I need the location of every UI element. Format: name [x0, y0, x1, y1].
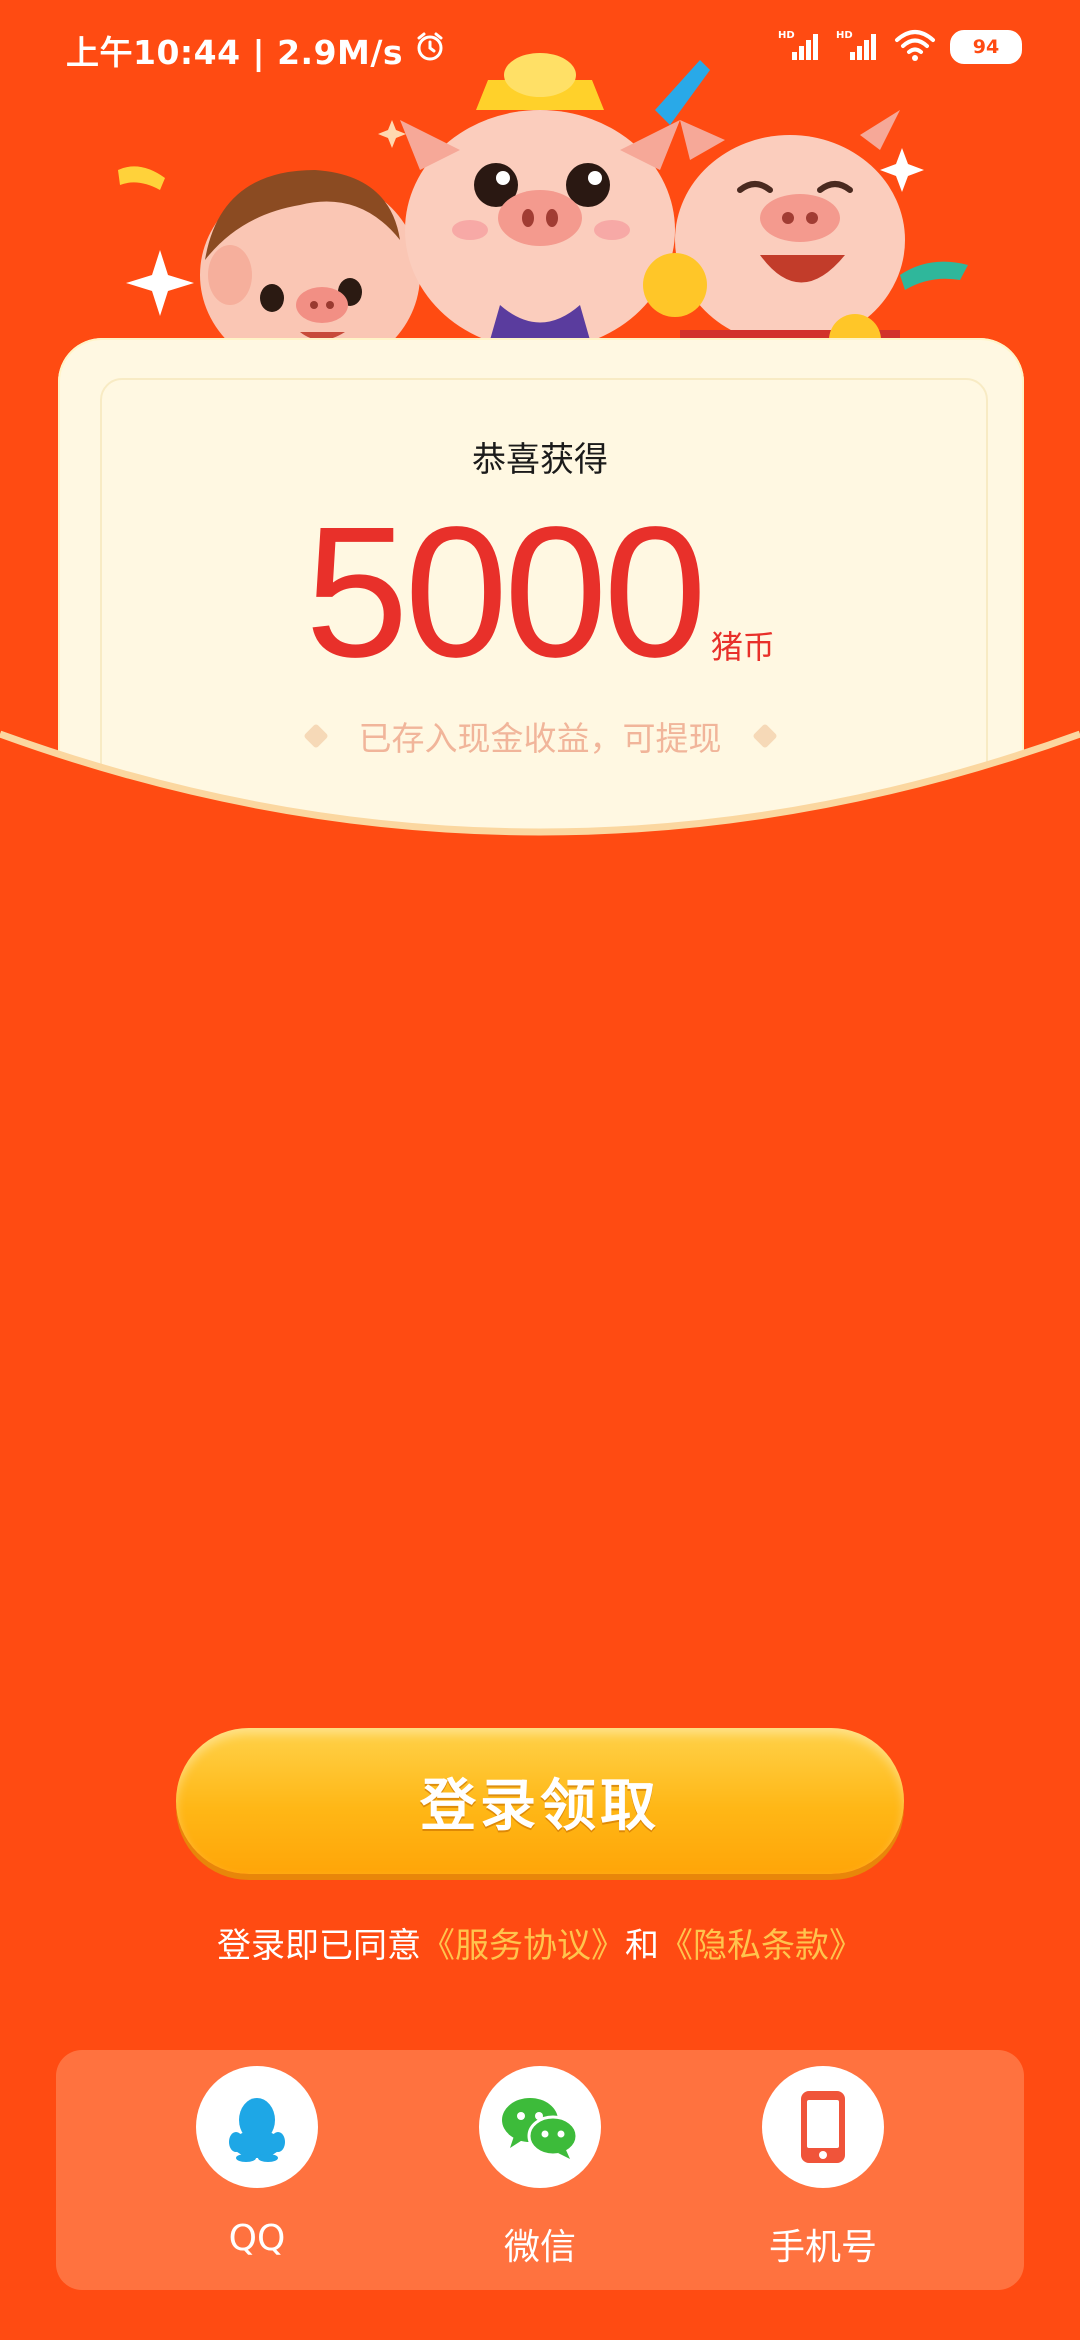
agreement-and: 和	[625, 1926, 659, 1966]
privacy-terms-link[interactable]: 《隐私条款》	[659, 1926, 863, 1966]
phone-login-option[interactable]: 手机号	[723, 2066, 923, 2270]
qq-login-label: QQ	[228, 2218, 286, 2259]
login-claim-button[interactable]: 登录领取	[176, 1728, 904, 1874]
reward-title: 恭喜获得	[472, 440, 608, 480]
agreement-prefix: 登录即已同意	[217, 1926, 421, 1966]
wechat-login-label: 微信	[503, 2227, 576, 2268]
login-claim-label: 登录领取	[420, 1773, 660, 1839]
pig-mascots-illustration	[118, 53, 968, 360]
wechat-login-option[interactable]: 微信	[440, 2066, 640, 2270]
qq-icon	[196, 2066, 318, 2188]
envelope-curve	[0, 730, 1080, 880]
reward-unit: 猪币	[710, 628, 775, 666]
left-pig	[197, 170, 440, 360]
wechat-icon	[479, 2066, 601, 2188]
phone-login-label: 手机号	[768, 2227, 877, 2268]
right-pig	[643, 110, 905, 360]
reward-amount-row: 5000 猪币	[0, 500, 1080, 686]
reward-screen: 上午10:44 | 2.9M/s HD HD 94 恭喜获得 5000 猪币 已…	[0, 0, 1080, 2340]
agreement-text: 登录即已同意《服务协议》和《隐私条款》	[0, 1918, 1080, 1967]
qq-login-option[interactable]: QQ	[157, 2066, 357, 2259]
reward-amount: 5000	[305, 489, 707, 696]
phone-icon	[762, 2066, 884, 2188]
middle-pig	[400, 53, 680, 350]
service-agreement-link[interactable]: 《服务协议》	[421, 1926, 625, 1966]
